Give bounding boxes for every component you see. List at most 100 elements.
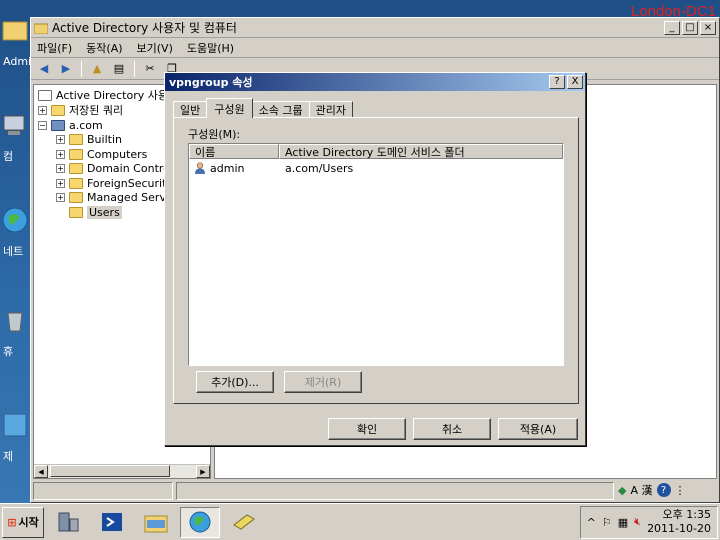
expand-icon[interactable]: +: [38, 105, 47, 115]
column-header-folder[interactable]: Active Directory 도메인 서비스 폴더: [279, 144, 563, 159]
menu-help[interactable]: 도움말(H): [187, 40, 234, 56]
menu-file[interactable]: 파일(F): [37, 40, 72, 56]
collapse-icon[interactable]: −: [38, 120, 47, 130]
desktop-icon-control[interactable]: 제: [0, 410, 34, 463]
tree-item-label: a.com: [69, 118, 103, 132]
taskbar-aduc[interactable]: [180, 506, 220, 538]
scroll-left-button[interactable]: ◀: [34, 465, 48, 478]
dialog-close-button[interactable]: X: [567, 75, 583, 89]
column-header-name[interactable]: 이름: [189, 144, 279, 159]
ok-button[interactable]: 확인: [328, 418, 406, 440]
tree-item-managed-service[interactable]: + Managed Serv: [56, 190, 166, 204]
tree-item-label: Builtin: [87, 132, 122, 146]
ime-icon[interactable]: ◆: [618, 484, 626, 497]
desktop-icon-label: 제: [3, 450, 14, 463]
tree-item-label: Active Directory 사용자: [56, 89, 179, 102]
options-icon[interactable]: ⋮: [675, 484, 686, 497]
folder-icon: [69, 206, 83, 218]
tree-item-builtin[interactable]: + Builtin: [56, 132, 122, 146]
globe-icon: [189, 511, 211, 533]
tree-item-root[interactable]: Active Directory 사용자: [38, 88, 178, 102]
taskbar-powershell[interactable]: [92, 507, 132, 538]
scroll-right-button[interactable]: ▶: [196, 465, 210, 478]
add-member-button[interactable]: 추가(D)...: [196, 371, 274, 393]
volume-muted-icon[interactable]: 🔇︎: [634, 515, 641, 529]
desktop-icon-recycle[interactable]: 휴: [0, 305, 34, 358]
apply-button[interactable]: 적용(A): [498, 418, 578, 440]
list-item[interactable]: admin a.com/Users: [189, 160, 563, 176]
flag-icon[interactable]: ⚐: [602, 516, 612, 529]
back-button[interactable]: ◀: [35, 61, 53, 77]
notepad-icon: [233, 514, 255, 530]
language-bar: ◆ A 漢 ? ⋮: [614, 480, 718, 500]
cancel-button[interactable]: 취소: [413, 418, 491, 440]
start-button[interactable]: ⊞ 시작: [2, 506, 44, 538]
menu-bar: 파일(F) 동작(A) 보기(V) 도움말(H): [31, 38, 719, 58]
remove-member-button[interactable]: 제거(R): [284, 371, 362, 393]
status-section: [176, 482, 614, 500]
members-list[interactable]: 이름 Active Directory 도메인 서비스 폴더 admin a.c…: [188, 143, 564, 366]
help-icon[interactable]: ?: [656, 483, 671, 497]
scroll-thumb[interactable]: [50, 465, 170, 477]
expand-icon[interactable]: +: [56, 149, 65, 159]
up-folder-button[interactable]: ▲: [88, 61, 106, 77]
minimize-button[interactable]: _: [664, 20, 680, 35]
tree-item-domain-controllers[interactable]: + Domain Contro: [56, 161, 170, 175]
menu-view[interactable]: 보기(V): [137, 40, 173, 56]
tab-members[interactable]: 구성원: [206, 98, 253, 118]
ou-folder-icon: [69, 162, 83, 174]
folder-icon: [69, 148, 83, 160]
taskbar-explorer[interactable]: [136, 507, 176, 538]
tree-item-label: 저장된 쿼리: [69, 104, 124, 117]
control-panel-icon: [3, 413, 27, 437]
system-tray: ^ ⚐ ▦ 🔇︎ 오후 1:35 2011-10-20: [579, 505, 718, 539]
tree-item-users[interactable]: Users: [69, 205, 122, 219]
window-title: Active Directory 사용자 및 컴퓨터: [52, 21, 237, 35]
desktop-icon-computer[interactable]: 컴: [0, 110, 34, 163]
folder-icon: [2, 21, 28, 41]
scissors-icon: ✂: [145, 62, 155, 75]
window-titlebar[interactable]: Active Directory 사용자 및 컴퓨터 _ □ ×: [31, 18, 719, 38]
windows-logo-icon: ⊞: [7, 515, 17, 529]
maximize-button[interactable]: □: [682, 20, 698, 35]
tree-horizontal-scrollbar[interactable]: ◀ ▶: [34, 464, 210, 478]
expand-icon[interactable]: +: [56, 134, 65, 144]
taskbar-server-manager[interactable]: [48, 507, 88, 538]
expand-icon[interactable]: +: [56, 163, 65, 173]
clock-time: 오후 1:35: [662, 508, 711, 521]
show-hidden-icons-icon[interactable]: ^: [587, 516, 596, 529]
recycle-bin-icon: [7, 312, 23, 332]
tree-item-computers[interactable]: + Computers: [56, 147, 147, 161]
desktop-icon-network[interactable]: 네트: [0, 205, 34, 258]
dialog-titlebar[interactable]: vpngroup 속성 ? X: [165, 73, 585, 91]
language-label[interactable]: A 漢: [630, 482, 652, 498]
desktop-icon-label: 네트: [3, 245, 24, 258]
forward-button[interactable]: ▶: [57, 61, 75, 77]
show-tree-button[interactable]: ▤: [110, 61, 128, 77]
network-icon[interactable]: ▦: [618, 516, 628, 529]
tree-item-label: Users: [87, 205, 122, 219]
tree-item-foreign-security[interactable]: + ForeignSecurit: [56, 176, 166, 190]
taskbar: ⊞ 시작 ^ ⚐ ▦ 🔇︎ 오후 1:35 2011-10-20: [0, 503, 720, 540]
expand-icon[interactable]: +: [56, 178, 65, 188]
computer-icon: [3, 115, 25, 135]
clock[interactable]: 오후 1:35 2011-10-20: [647, 508, 711, 536]
tree-item-saved-queries[interactable]: + 저장된 쿼리: [38, 103, 123, 117]
domain-icon: [51, 119, 65, 131]
cut-button[interactable]: ✂: [141, 61, 159, 77]
tab-member-of[interactable]: 소속 그룹: [251, 101, 310, 118]
member-name: admin: [210, 161, 245, 175]
expand-icon[interactable]: +: [56, 192, 65, 202]
tree-item-domain[interactable]: − a.com: [38, 118, 103, 132]
tab-general[interactable]: 일반: [173, 101, 208, 118]
arrow-left-icon: ◀: [39, 62, 49, 75]
close-button[interactable]: ×: [700, 20, 716, 35]
taskbar-notepad[interactable]: [224, 507, 264, 538]
powershell-icon: [102, 513, 122, 531]
help-button[interactable]: ?: [549, 75, 565, 89]
menu-action[interactable]: 동작(A): [86, 40, 122, 56]
tab-managed-by[interactable]: 관리자: [308, 101, 353, 118]
server-manager-icon: [58, 512, 79, 532]
desktop-icon-admin[interactable]: Admi: [0, 14, 34, 68]
properties-dialog: vpngroup 속성 ? X 일반 구성원 소속 그룹 관리자 구성원(M):…: [164, 72, 586, 446]
